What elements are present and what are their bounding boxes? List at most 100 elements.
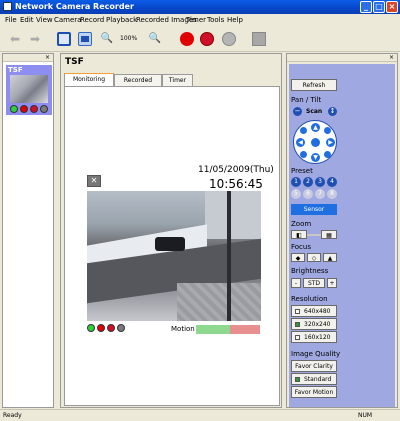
preset-1-button[interactable]: 1 [291, 177, 301, 187]
zoom-out-icon[interactable]: 🔍 [100, 32, 114, 46]
refresh-button[interactable]: Refresh [291, 79, 337, 91]
tab-monitoring-image[interactable]: Monitoring Image [64, 73, 114, 94]
resolution-160-radio[interactable] [295, 335, 300, 340]
resolution-320-option[interactable]: 320x240 [291, 318, 337, 330]
focus-near-button[interactable]: ◆ [291, 253, 305, 262]
pan-up-left-icon[interactable] [300, 127, 307, 134]
fullscreen-icon[interactable] [57, 32, 71, 46]
preset-2-button[interactable]: 2 [303, 177, 313, 187]
alarm-status-icon [30, 105, 38, 113]
sensor-button[interactable]: Sensor [291, 204, 337, 215]
resolution-320-radio[interactable] [295, 322, 300, 327]
camera-image[interactable] [87, 191, 261, 321]
tab-timer-list[interactable]: Timer List [162, 74, 193, 95]
motion-meter [196, 325, 260, 334]
cam-status-green-icon [87, 324, 95, 332]
toolbar: ⬅ ➡ 🔍 100% 🔍 [0, 26, 400, 52]
forward-arrow-icon[interactable]: ➡ [28, 32, 42, 46]
minimize-button[interactable]: _ [360, 1, 372, 13]
focus-auto-button[interactable]: ◇ [307, 253, 321, 262]
post [227, 191, 231, 321]
home-position-icon[interactable] [311, 138, 320, 147]
resolution-640-option[interactable]: 640x480 [291, 305, 337, 317]
resolution-320-label: 320x240 [304, 321, 331, 328]
stop-icon[interactable] [252, 32, 266, 46]
menu-view[interactable]: View [36, 15, 53, 25]
preset-4-button[interactable]: 4 [327, 177, 337, 187]
back-arrow-icon[interactable]: ⬅ [8, 32, 22, 46]
pan-down-right-icon[interactable] [324, 151, 331, 158]
menu-playback[interactable]: Playback [106, 15, 137, 25]
resolution-640-label: 640x480 [304, 308, 331, 315]
fit-view-icon[interactable] [78, 32, 92, 46]
preset-8-button[interactable]: 8 [327, 189, 337, 199]
focus-far-button[interactable]: ▲ [323, 253, 337, 262]
zoom-label: Zoom [291, 220, 312, 228]
menu-record[interactable]: Record [80, 15, 104, 25]
camera-thumbnail[interactable] [10, 75, 48, 103]
pan-left-icon[interactable]: ◀ [296, 138, 305, 147]
main-panel: TSF Monitoring Image Recorded Image Time… [60, 53, 282, 408]
preset-3-button[interactable]: 3 [315, 177, 325, 187]
control-panel-close-icon[interactable]: × [389, 54, 394, 62]
scan-right-icon[interactable]: ↕ [328, 107, 337, 116]
resolution-160-option[interactable]: 160x120 [291, 331, 337, 343]
pan-up-right-icon[interactable] [324, 127, 331, 134]
zoom-wide-button[interactable]: ◧ [291, 230, 307, 239]
date-display: 11/05/2009(Thu) [198, 165, 274, 175]
pan-down-left-icon[interactable] [300, 151, 307, 158]
focus-label: Focus [291, 243, 311, 251]
resolution-label: Resolution [291, 295, 328, 303]
tilt-up-icon[interactable]: ▲ [311, 123, 320, 132]
preset-5-button[interactable]: 5 [291, 189, 301, 199]
car [155, 237, 185, 251]
tab-recorded-image[interactable]: Recorded Image [114, 74, 162, 95]
maximize-button[interactable]: □ [373, 1, 385, 13]
motion-meter-green [196, 325, 230, 334]
menu-file[interactable]: File [5, 15, 17, 25]
brightness-down-button[interactable]: - [291, 278, 301, 288]
tilt-down-icon[interactable]: ▼ [311, 153, 320, 162]
menu-help[interactable]: Help [227, 15, 243, 25]
zoom-track[interactable] [307, 234, 321, 236]
favor-clarity-option[interactable]: Favor Clarity [291, 360, 337, 372]
preset-7-button[interactable]: 7 [315, 189, 325, 199]
menu-bar: File Edit View Camera Record Playback Re… [0, 14, 400, 26]
brightness-std-button[interactable]: STD [303, 278, 325, 288]
favor-motion-option[interactable]: Favor Motion [291, 386, 337, 398]
pan-right-icon[interactable]: ▶ [326, 138, 335, 147]
num-lock-indicator: NUM [358, 412, 373, 419]
scan-left-icon[interactable]: − [293, 107, 302, 116]
menu-timer[interactable]: Timer [186, 15, 206, 25]
menu-tools[interactable]: Tools [207, 15, 224, 25]
record-icon[interactable] [180, 32, 194, 46]
preset-6-button[interactable]: 6 [303, 189, 313, 199]
camera-card[interactable]: TSF [6, 65, 52, 115]
control-panel-frame: × Refresh Pan / Tilt − Scan ↕ ▲ ▼ ◀ ▶ Pr… [286, 53, 398, 408]
panel-close-icon[interactable]: × [45, 54, 50, 62]
camera-list-header: × [3, 54, 53, 62]
resolution-640-radio[interactable] [295, 309, 300, 314]
camera-list-panel: × TSF [2, 53, 54, 408]
app-icon [3, 2, 12, 11]
resolution-160-label: 160x120 [304, 334, 331, 341]
close-button[interactable]: × [386, 1, 398, 13]
alarm-record-icon[interactable] [200, 32, 214, 46]
stop-record-icon[interactable] [222, 32, 236, 46]
zoom-in-icon[interactable]: 🔍 [148, 32, 162, 46]
standard-option[interactable]: Standard [291, 373, 337, 385]
brightness-up-button[interactable]: + [327, 278, 337, 288]
pan-tilt-pad[interactable]: ▲ ▼ ◀ ▶ [293, 120, 337, 164]
preset-label: Preset [291, 167, 313, 175]
status-bar: Ready NUM [0, 409, 400, 421]
image-quality-label: Image Quality [291, 350, 341, 358]
zoom-tele-button[interactable]: ▦ [321, 230, 337, 239]
menu-camera[interactable]: Camera [54, 15, 81, 25]
monitor-view: 11/05/2009(Thu) 10:56:45 ✕ Motion [64, 86, 280, 406]
status-green-icon [10, 105, 18, 113]
status-text: Ready [3, 412, 22, 419]
menu-edit[interactable]: Edit [20, 15, 34, 25]
mute-icon[interactable]: ✕ [87, 175, 101, 187]
zoom-level[interactable]: 100% [120, 32, 140, 46]
standard-radio[interactable] [295, 377, 300, 382]
